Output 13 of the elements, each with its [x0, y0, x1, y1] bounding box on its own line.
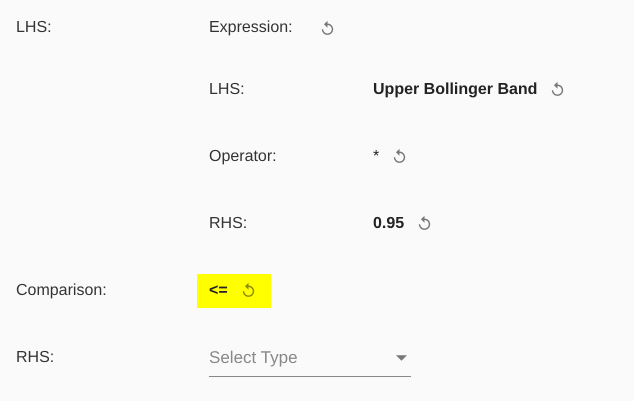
- field-label: Expression:: [209, 19, 293, 37]
- field-value: Upper Bollinger Band: [373, 80, 538, 98]
- field-label: LHS:: [15, 19, 53, 37]
- field-label: RHS:: [209, 214, 248, 232]
- field-label: LHS:: [209, 80, 246, 98]
- type-select[interactable]: Select Type: [209, 344, 411, 377]
- field-label: RHS:: [15, 348, 56, 366]
- field-label: Comparison:: [15, 282, 108, 300]
- field-value: <=: [209, 282, 228, 300]
- field-value: 0.95: [373, 214, 404, 232]
- field-value: *: [373, 148, 380, 166]
- field-label: Operator:: [209, 148, 278, 166]
- caret-icon: [396, 355, 407, 361]
